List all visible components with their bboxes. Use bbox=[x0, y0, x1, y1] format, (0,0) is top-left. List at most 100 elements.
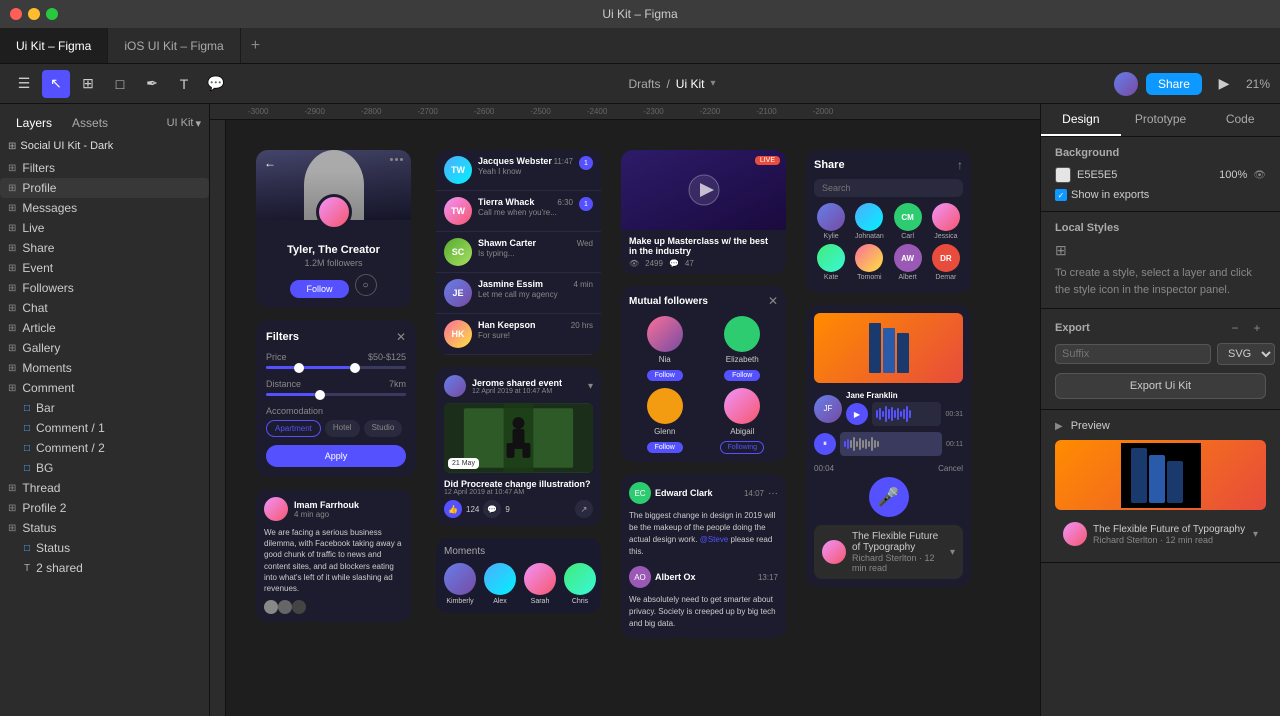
share-search-input[interactable] bbox=[814, 179, 963, 197]
fullscreen-button[interactable] bbox=[46, 8, 58, 20]
sidebar-item-messages[interactable]: ⊞ Messages bbox=[0, 198, 209, 218]
filters-close-button[interactable]: ✕ bbox=[396, 330, 406, 344]
mic-button[interactable]: 🎤 bbox=[869, 477, 909, 517]
background-color-swatch[interactable] bbox=[1055, 167, 1071, 183]
tab-ui-kit[interactable]: Ui Kit – Figma bbox=[0, 28, 108, 63]
new-tab-button[interactable]: + bbox=[241, 37, 270, 55]
play-button[interactable]: ▶ bbox=[1210, 70, 1238, 98]
audio-pause-button[interactable]: ⏸ bbox=[814, 433, 836, 455]
tab-design[interactable]: Design bbox=[1041, 104, 1121, 136]
sidebar-item-status[interactable]: ⊞ Status bbox=[0, 518, 209, 538]
share-user-jessica[interactable]: Jessica bbox=[929, 203, 963, 240]
canvas-scroll[interactable]: ← Tyler, The Creator 1.2M followers Foll… bbox=[226, 120, 1040, 716]
profile-back-button[interactable]: ← bbox=[264, 156, 276, 170]
cancel-recording-button[interactable]: Cancel bbox=[938, 464, 963, 473]
distance-slider[interactable] bbox=[266, 393, 406, 396]
drafts-link[interactable]: Drafts bbox=[628, 77, 660, 91]
chat-item-4[interactable]: JE Jasmine Essim 4 min Let me call my ag… bbox=[436, 273, 601, 314]
following-abigail-button[interactable]: Following bbox=[720, 441, 764, 454]
pen-tool[interactable]: ✒ bbox=[138, 70, 166, 98]
chat-item-5[interactable]: HK Han Keepson 20 hrs For sure! bbox=[436, 314, 601, 355]
share-button[interactable]: Share bbox=[1146, 73, 1202, 95]
share-user-kate[interactable]: Kate bbox=[814, 244, 848, 281]
sidebar-item-profile[interactable]: ⊞ Profile bbox=[0, 178, 209, 198]
close-button[interactable] bbox=[10, 8, 22, 20]
share-user-johnatan[interactable]: Johnatan bbox=[852, 203, 886, 240]
sidebar-item-profile2[interactable]: ⊞ Profile 2 bbox=[0, 498, 209, 518]
message-options[interactable]: ··· bbox=[768, 488, 778, 499]
share-user-tomomi[interactable]: Tomomi bbox=[852, 244, 886, 281]
sidebar-item-shared[interactable]: T 2 shared bbox=[0, 558, 209, 578]
profile-options-button[interactable] bbox=[390, 158, 403, 161]
tab-assets[interactable]: Assets bbox=[64, 112, 116, 134]
tab-layers[interactable]: Layers bbox=[8, 112, 60, 134]
follow-glenn-button[interactable]: Follow bbox=[647, 442, 683, 453]
message-button[interactable]: ○ bbox=[355, 274, 377, 296]
frame-tool[interactable]: ⊞ bbox=[74, 70, 102, 98]
export-plus-button[interactable]: + bbox=[1248, 319, 1266, 337]
event-like-button[interactable]: 👍 bbox=[444, 500, 462, 518]
sidebar-item-moments[interactable]: ⊞ Moments bbox=[0, 358, 209, 378]
tab-code[interactable]: Code bbox=[1200, 104, 1280, 136]
preview-expand-icon[interactable]: ▾ bbox=[950, 547, 955, 558]
audio-play-button[interactable]: ▶ bbox=[846, 403, 868, 425]
sidebar-item-comment[interactable]: ⊞ Comment bbox=[0, 378, 209, 398]
moment-sarah[interactable]: Sarah bbox=[524, 563, 556, 605]
share-icon[interactable]: ↑ bbox=[957, 158, 963, 172]
moment-alex[interactable]: Alex bbox=[484, 563, 516, 605]
tab-prototype[interactable]: Prototype bbox=[1121, 104, 1201, 136]
background-row[interactable]: E5E5E5 100% 👁 bbox=[1055, 167, 1266, 183]
apply-button[interactable]: Apply bbox=[266, 445, 406, 467]
sidebar-item-thread[interactable]: ⊞ Thread bbox=[0, 478, 209, 498]
text-tool[interactable]: T bbox=[170, 70, 198, 98]
chat-item-2[interactable]: TW Tierra Whack 6:30 Call me when you're… bbox=[436, 191, 601, 232]
preview-toggle[interactable]: ▶ Preview bbox=[1055, 420, 1266, 432]
sidebar-item-article[interactable]: ⊞ Article bbox=[0, 318, 209, 338]
share-user-demar[interactable]: DR Demar bbox=[929, 244, 963, 281]
follow-nia-button[interactable]: Follow bbox=[647, 370, 683, 381]
sidebar-item-bg[interactable]: □ BG bbox=[0, 458, 209, 478]
style-grid-icon[interactable]: ⊞ bbox=[1055, 242, 1067, 259]
zoom-level[interactable]: 21% bbox=[1246, 77, 1270, 91]
menu-icon[interactable]: ☰ bbox=[10, 70, 38, 98]
comment-tool[interactable]: 💬 bbox=[202, 70, 230, 98]
file-name[interactable]: Ui Kit bbox=[676, 77, 705, 91]
follow-button[interactable]: Follow bbox=[290, 280, 348, 298]
event-expand-button[interactable]: ▾ bbox=[588, 381, 593, 392]
chip-studio[interactable]: Studio bbox=[364, 420, 403, 437]
sidebar-item-filters[interactable]: ⊞ Filters bbox=[0, 158, 209, 178]
price-slider[interactable] bbox=[266, 366, 406, 369]
sidebar-item-share[interactable]: ⊞ Share bbox=[0, 238, 209, 258]
preview-article-expand[interactable]: ▾ bbox=[1253, 529, 1258, 540]
sidebar-item-comment2[interactable]: □ Comment / 2 bbox=[0, 438, 209, 458]
sidebar-item-live[interactable]: ⊞ Live bbox=[0, 218, 209, 238]
chat-item-3[interactable]: SC Shawn Carter Wed Is typing... bbox=[436, 232, 601, 273]
moment-kimberly[interactable]: Kimberly bbox=[444, 563, 476, 605]
share-user-kylie[interactable]: Kylie bbox=[814, 203, 848, 240]
format-select[interactable]: SVG PNG JPG PDF bbox=[1217, 343, 1275, 365]
followers-close-button[interactable]: ✕ bbox=[768, 294, 778, 308]
export-button[interactable]: Export Ui Kit bbox=[1055, 373, 1266, 399]
suffix-input[interactable] bbox=[1055, 344, 1211, 364]
minimize-button[interactable] bbox=[28, 8, 40, 20]
sidebar-item-event[interactable]: ⊞ Event bbox=[0, 258, 209, 278]
export-minus-button[interactable]: − bbox=[1226, 319, 1244, 337]
share-user-carl[interactable]: CM Carl bbox=[891, 203, 925, 240]
sidebar-item-status-sub[interactable]: □ Status bbox=[0, 538, 209, 558]
moment-chris[interactable]: Chris bbox=[564, 563, 596, 605]
chip-hotel[interactable]: Hotel bbox=[325, 420, 360, 437]
event-comment-button[interactable]: 💬 bbox=[483, 500, 501, 518]
chip-apartment[interactable]: Apartment bbox=[266, 420, 321, 437]
sidebar-item-comment1[interactable]: □ Comment / 1 bbox=[0, 418, 209, 438]
tab-ios-ui-kit[interactable]: iOS UI Kit – Figma bbox=[108, 28, 240, 63]
sidebar-item-bar[interactable]: □ Bar bbox=[0, 398, 209, 418]
sidebar-item-chat[interactable]: ⊞ Chat bbox=[0, 298, 209, 318]
shape-tool[interactable]: □ bbox=[106, 70, 134, 98]
show-exports-checkbox[interactable]: ✓ bbox=[1055, 189, 1067, 201]
sidebar-item-followers[interactable]: ⊞ Followers bbox=[0, 278, 209, 298]
sidebar-item-gallery[interactable]: ⊞ Gallery bbox=[0, 338, 209, 358]
share-user-albert[interactable]: AW Albert bbox=[891, 244, 925, 281]
chat-item-1[interactable]: TW Jacques Webster 11:47 Yeah I know 1 bbox=[436, 150, 601, 191]
follow-elizabeth-button[interactable]: Follow bbox=[724, 370, 760, 381]
visibility-icon[interactable]: 👁 bbox=[1253, 170, 1266, 181]
